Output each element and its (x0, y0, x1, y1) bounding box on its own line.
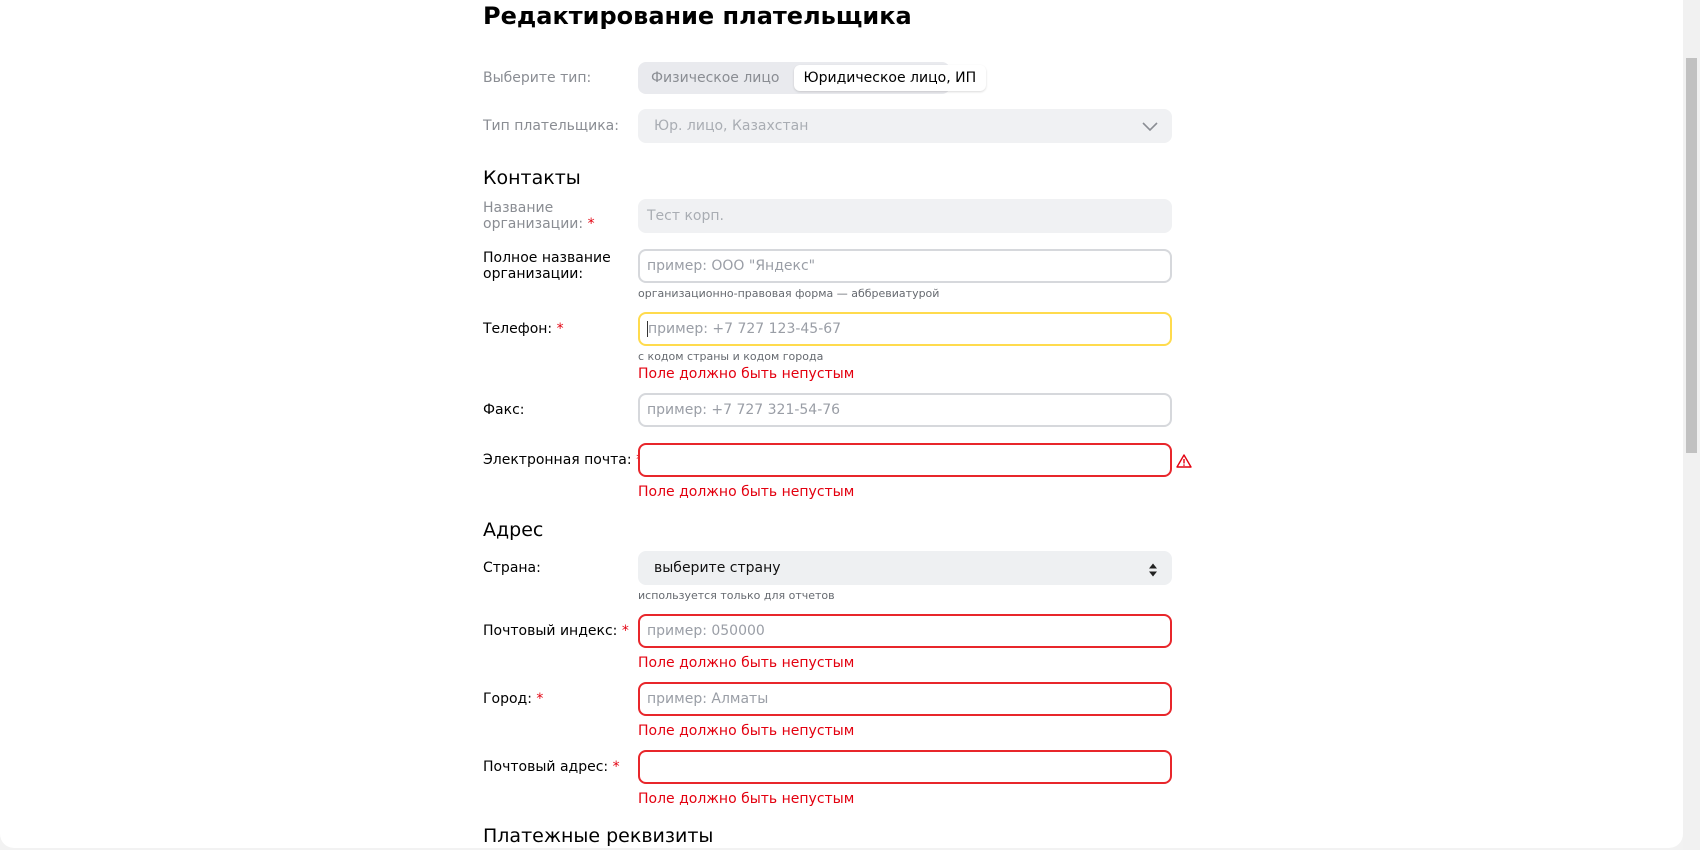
type-option-legal-entity[interactable]: Юридическое лицо, ИП (793, 65, 987, 91)
payer-edit-page: Редактирование плательщика Выберите тип:… (0, 0, 1683, 848)
payer-type-value: Юр. лицо, Казахстан (654, 118, 809, 134)
phone-error: Поле должно быть непустым (638, 366, 855, 382)
country-label: Страна: (483, 560, 541, 576)
country-value: выберите страну (654, 560, 781, 576)
city-label: Город: * (483, 691, 544, 707)
country-select[interactable]: выберите страну (638, 551, 1172, 585)
full-org-name-hint: организационно-правовая форма — аббревиа… (638, 287, 940, 300)
postal-code-label: Почтовый индекс: * (483, 623, 629, 639)
fax-input[interactable]: пример: +7 727 321-54-76 (638, 393, 1172, 427)
phone-input[interactable]: пример: +7 727 123-45-67 (638, 312, 1172, 346)
page-title: Редактирование плательщика (483, 2, 912, 30)
payer-type-label: Тип плательщика: (483, 118, 619, 134)
chevron-down-icon (1142, 122, 1158, 132)
warning-icon (1176, 454, 1192, 468)
postal-code-input[interactable]: пример: 050000 (638, 614, 1172, 648)
address-heading: Адрес (483, 519, 544, 541)
city-error: Поле должно быть непустым (638, 723, 855, 739)
type-selector-label: Выберите тип: (483, 70, 592, 86)
org-name-label: Название организации: * (483, 200, 595, 232)
city-input[interactable]: пример: Алматы (638, 682, 1172, 716)
fax-label: Факс: (483, 402, 525, 418)
postal-address-error: Поле должно быть непустым (638, 791, 855, 807)
postal-address-label: Почтовый адрес: * (483, 759, 620, 775)
contacts-heading: Контакты (483, 167, 581, 189)
org-name-input[interactable]: Тест корп. (638, 199, 1172, 233)
email-error: Поле должно быть непустым (638, 484, 855, 500)
phone-hint: с кодом страны и кодом города (638, 350, 824, 363)
type-segmented-control: Физическое лицо Юридическое лицо, ИП (638, 62, 987, 94)
phone-label: Телефон: * (483, 321, 564, 337)
payer-type-select[interactable]: Юр. лицо, Казахстан (638, 109, 1172, 143)
email-input[interactable] (638, 443, 1172, 477)
payment-details-heading: Платежные реквизиты (483, 825, 714, 847)
country-hint: используется только для отчетов (638, 589, 835, 602)
sort-arrows-icon (1149, 563, 1157, 577)
full-org-name-input[interactable]: пример: ООО "Яндекс" (638, 249, 1172, 283)
type-option-individual[interactable]: Физическое лицо (641, 65, 790, 91)
full-org-name-label: Полное название организации: (483, 250, 611, 282)
postal-address-input[interactable] (638, 750, 1172, 784)
scrollbar-thumb[interactable] (1686, 58, 1697, 453)
postal-code-error: Поле должно быть непустым (638, 655, 855, 671)
page-scrollbar[interactable] (1683, 0, 1700, 850)
email-label: Электронная почта: * (483, 452, 643, 468)
